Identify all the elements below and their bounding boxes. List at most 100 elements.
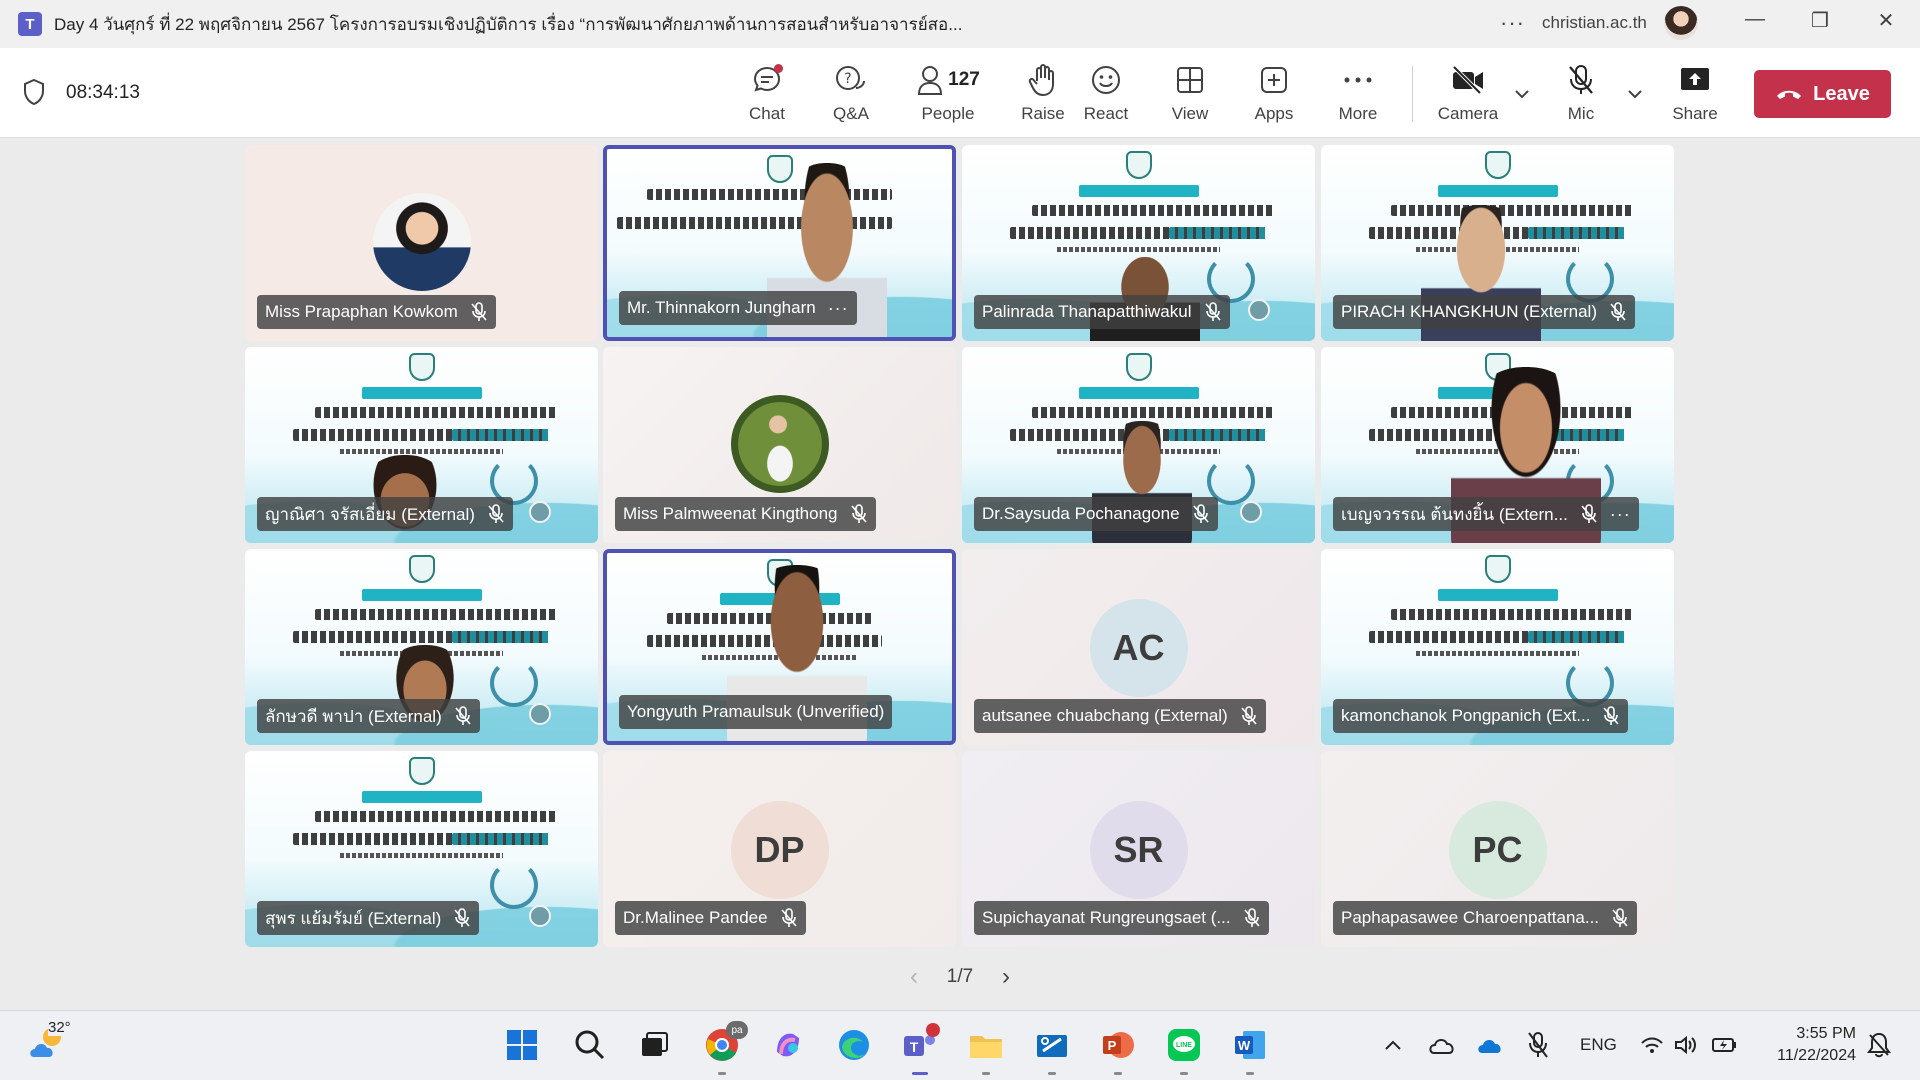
share-label: Share xyxy=(1672,104,1718,123)
participant-tile[interactable]: Miss Prapaphan Kowkom xyxy=(245,145,598,341)
mic-off-icon xyxy=(1612,908,1628,927)
minimize-button[interactable]: — xyxy=(1735,8,1775,31)
participant-tile[interactable]: kamonchanok Pongpanich (Ext... xyxy=(1321,549,1674,745)
phone-hangup-icon xyxy=(1777,90,1802,99)
mic-off-icon xyxy=(780,908,797,927)
participant-more-button[interactable]: ··· xyxy=(1610,504,1631,525)
slide-banner xyxy=(1437,589,1558,601)
participant-tile-active[interactable]: Yongyuth Pramaulsuk (Unverified) xyxy=(603,549,956,745)
next-page-button[interactable]: › xyxy=(1002,963,1010,991)
edge-icon xyxy=(839,1030,869,1060)
participant-name-label: Paphapasawee Charoenpattana... xyxy=(1333,901,1638,935)
running-indicator xyxy=(982,1072,990,1075)
speaker-indicator-icon xyxy=(529,703,551,725)
slide-date xyxy=(1416,651,1579,656)
task-view-button[interactable] xyxy=(634,1025,674,1065)
word-icon: W xyxy=(1235,1031,1265,1059)
participant-name: Dr.Saysuda Pochanagone xyxy=(982,504,1180,523)
people-count: 127 xyxy=(948,69,980,90)
restore-button[interactable]: ❐ xyxy=(1800,8,1840,33)
snipping-tool-icon xyxy=(1037,1035,1067,1057)
participant-tile[interactable]: DP Dr.Malinee Pandee xyxy=(603,751,956,947)
powerpoint-icon: P xyxy=(1103,1032,1134,1058)
view-button[interactable]: View xyxy=(1151,60,1229,130)
notification-bell-icon[interactable] xyxy=(1866,1031,1892,1059)
slide-text xyxy=(315,811,558,822)
show-hidden-icons-chevron-icon[interactable] xyxy=(1384,1039,1402,1051)
taskbar-file-explorer[interactable] xyxy=(966,1025,1006,1075)
close-button[interactable]: ✕ xyxy=(1866,8,1906,33)
running-indicator xyxy=(1048,1072,1056,1075)
participant-tile[interactable]: PIRACH KHANGKHUN (External) xyxy=(1321,145,1674,341)
participant-name-label: สุพร แย้มรัมย์ (External) xyxy=(257,901,480,935)
search-button[interactable] xyxy=(570,1025,610,1065)
participant-tile[interactable]: ญาณิศา จรัสเอี่ยม (External) xyxy=(245,347,598,543)
participant-tile[interactable]: Miss Palmweenat Kingthong xyxy=(603,347,956,543)
title-more-button[interactable]: ··· xyxy=(1500,10,1525,36)
taskbar-copilot[interactable] xyxy=(768,1025,808,1065)
account-name[interactable]: christian.ac.th xyxy=(1542,13,1647,33)
taskbar-teams[interactable]: T xyxy=(900,1023,940,1075)
battery-charging-icon[interactable] xyxy=(1712,1036,1738,1054)
chat-button[interactable]: Chat xyxy=(728,60,806,130)
participant-more-button[interactable]: ··· xyxy=(828,298,849,319)
line-app-icon: LINE xyxy=(1168,1029,1200,1061)
participant-tile[interactable]: สุพร แย้มรัมย์ (External) xyxy=(245,751,598,947)
participant-tile[interactable]: SR Supichayanat Rungreungsaet (... xyxy=(962,751,1315,947)
more-button[interactable]: More xyxy=(1319,60,1397,130)
mic-button[interactable]: Mic xyxy=(1543,60,1619,130)
gallery-pager: ‹ 1/7 › xyxy=(910,962,1010,992)
onedrive-personal-icon[interactable] xyxy=(1428,1035,1456,1055)
slide-text xyxy=(315,609,558,620)
mic-off-icon xyxy=(1610,302,1626,321)
taskbar-chrome[interactable]: pa xyxy=(702,1021,748,1075)
input-language[interactable]: ENG xyxy=(1580,1035,1617,1055)
camera-label: Camera xyxy=(1437,104,1499,123)
leave-button[interactable]: Leave xyxy=(1754,70,1891,118)
meeting-toolbar: 08:34:13 Chat ? Q&A 127 People Raise Rea… xyxy=(0,48,1920,138)
participant-name: Miss Prapaphan Kowkom xyxy=(265,302,458,321)
slide-emblem xyxy=(408,757,435,785)
start-button[interactable] xyxy=(502,1025,542,1065)
taskbar-word[interactable]: W xyxy=(1230,1025,1270,1075)
share-button[interactable]: Share xyxy=(1656,60,1734,130)
participant-tile[interactable]: AC autsanee chuabchang (External) xyxy=(962,549,1315,745)
taskbar-line[interactable]: LINE xyxy=(1164,1025,1204,1075)
smiley-icon xyxy=(1090,60,1122,100)
taskbar-snipping-tool[interactable] xyxy=(1032,1025,1072,1075)
qa-button[interactable]: ? Q&A xyxy=(812,60,890,130)
participant-name: kamonchanok Pongpanich (Ext... xyxy=(1341,706,1591,725)
participant-tile[interactable]: ลักษวดี พาปา (External) xyxy=(245,549,598,745)
account-avatar[interactable] xyxy=(1664,6,1698,40)
hand-icon xyxy=(1028,60,1058,100)
participant-tile[interactable]: เบญจวรรณ ต้นทงยิ้น (Extern... ··· xyxy=(1321,347,1674,543)
participant-tile-active[interactable]: Mr. Thinnakorn Jungharn ··· xyxy=(603,145,956,341)
participant-name: Supichayanat Rungreungsaet (... xyxy=(982,908,1231,927)
window-title: Day 4 วันศุกร์ ที่ 22 พฤศจิกายน 2567 โคร… xyxy=(54,14,963,34)
shield-icon[interactable] xyxy=(22,78,46,106)
react-button[interactable]: React xyxy=(1067,60,1145,130)
mic-off-icon xyxy=(454,908,470,927)
mic-options-chevron-icon[interactable] xyxy=(1625,84,1645,104)
onedrive-business-icon[interactable] xyxy=(1476,1035,1504,1055)
slide-emblem xyxy=(1125,151,1152,179)
taskbar-edge[interactable] xyxy=(834,1025,874,1065)
camera-options-chevron-icon[interactable] xyxy=(1512,84,1532,104)
folder-icon xyxy=(970,1036,1002,1058)
volume-icon[interactable] xyxy=(1674,1035,1698,1055)
previous-page-button[interactable]: ‹ xyxy=(910,963,918,991)
wifi-icon[interactable] xyxy=(1640,1035,1664,1055)
taskbar-clock[interactable]: 3:55 PM 11/22/2024 xyxy=(1764,1023,1856,1067)
participant-tile[interactable]: PC Paphapasawee Charoenpattana... xyxy=(1321,751,1674,947)
participant-tile[interactable]: Palinrada Thanapatthiwakul xyxy=(962,145,1315,341)
mic-off-icon xyxy=(1566,60,1596,100)
taskbar-powerpoint[interactable]: P xyxy=(1098,1025,1138,1075)
people-button[interactable]: 127 People xyxy=(898,60,998,130)
camera-button[interactable]: Camera xyxy=(1430,60,1506,130)
participant-tile[interactable]: Dr.Saysuda Pochanagone xyxy=(962,347,1315,543)
speaker-indicator-icon xyxy=(1248,299,1270,321)
slide-emblem xyxy=(766,155,793,183)
apps-button[interactable]: Apps xyxy=(1235,60,1313,130)
participant-name-label: autsanee chuabchang (External) xyxy=(974,699,1266,733)
microphone-muted-icon[interactable] xyxy=(1526,1031,1550,1059)
